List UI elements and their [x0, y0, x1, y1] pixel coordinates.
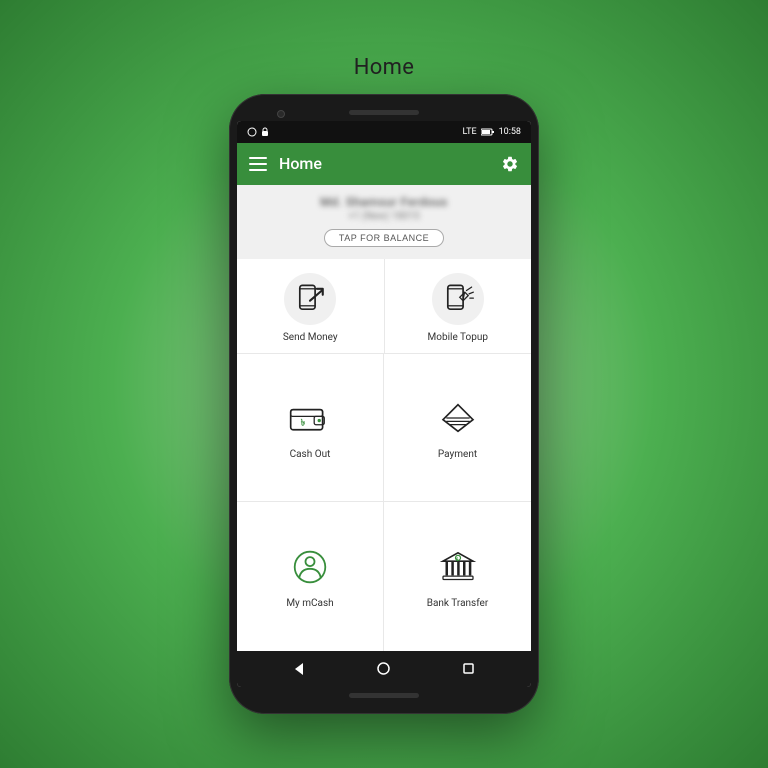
signal-text: LTE: [462, 127, 476, 137]
nav-title: Home: [279, 154, 501, 173]
menu-bottom-grid: ৳ Cash Out: [237, 354, 531, 651]
cash-out-label: Cash Out: [290, 449, 331, 460]
my-mcash-label: My mCash: [286, 598, 333, 609]
cash-out-icon: ৳: [286, 394, 334, 442]
menu-top-row: Send Money: [237, 259, 531, 354]
cash-out-svg: ৳: [289, 402, 331, 434]
bank-transfer-svg: $: [438, 549, 478, 585]
android-nav-bar: [237, 651, 531, 687]
status-left: [247, 127, 269, 137]
my-mcash-svg: [292, 549, 328, 585]
phone-camera: [277, 110, 285, 118]
phone-bottom-speaker: [349, 693, 419, 698]
tap-for-balance-button[interactable]: TAP FOR BALANCE: [324, 229, 444, 247]
my-mcash-button[interactable]: My mCash: [237, 502, 384, 651]
bank-transfer-button[interactable]: $ Bank Transfer: [384, 502, 531, 651]
menu-icon[interactable]: [249, 157, 267, 171]
my-mcash-icon: [286, 543, 334, 591]
payment-svg: [438, 400, 478, 436]
profile-phone: +1 (New) 18015: [348, 211, 419, 222]
home-button[interactable]: [377, 662, 391, 676]
menu-grid: Send Money: [237, 259, 531, 651]
profile-name: Md. Shamsur Ferdous: [320, 195, 447, 209]
mobile-topup-button[interactable]: Mobile Topup: [385, 259, 532, 353]
svg-text:৳: ৳: [301, 418, 306, 428]
payment-icon: [434, 394, 482, 442]
phone-shell: LTE 10:58 Home: [229, 94, 539, 714]
payment-label: Payment: [438, 449, 477, 460]
lock-icon: [261, 127, 269, 137]
settings-icon[interactable]: [501, 155, 519, 173]
cash-out-button[interactable]: ৳ Cash Out: [237, 354, 384, 503]
battery-icon: [481, 128, 495, 136]
send-money-icon-bg: [284, 273, 336, 325]
screen: LTE 10:58 Home: [237, 121, 531, 687]
send-money-button[interactable]: Send Money: [237, 259, 385, 353]
mobile-topup-icon-bg: [432, 273, 484, 325]
back-button[interactable]: [292, 662, 306, 676]
page-title: Home: [354, 55, 414, 80]
circle-icon: [247, 127, 257, 137]
payment-button[interactable]: Payment: [384, 354, 531, 503]
mobile-topup-label: Mobile Topup: [428, 332, 488, 343]
send-money-label: Send Money: [283, 332, 338, 343]
recents-button[interactable]: [462, 662, 476, 676]
mobile-topup-icon: [441, 282, 475, 316]
status-bar: LTE 10:58: [237, 121, 531, 143]
phone-bottom-bar: [237, 687, 531, 702]
phone-top-bar: [237, 106, 531, 121]
profile-area: Md. Shamsur Ferdous +1 (New) 18015 TAP F…: [237, 185, 531, 259]
bank-transfer-label: Bank Transfer: [427, 598, 489, 609]
send-money-icon: [293, 282, 327, 316]
phone-speaker: [349, 110, 419, 115]
bank-transfer-icon: $: [434, 543, 482, 591]
time-display: 10:58: [499, 127, 521, 137]
status-right: LTE 10:58: [462, 127, 521, 137]
nav-bar: Home: [237, 143, 531, 185]
